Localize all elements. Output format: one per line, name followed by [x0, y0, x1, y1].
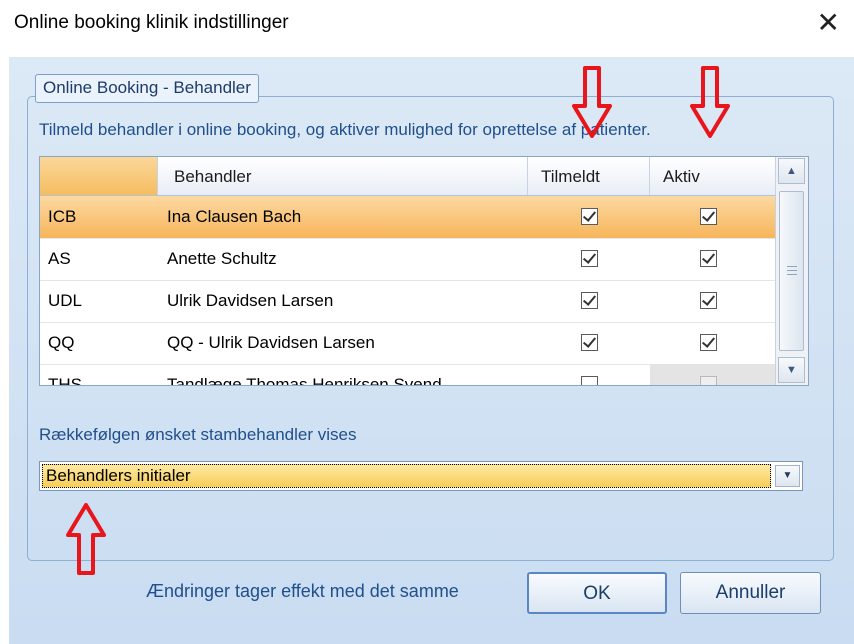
scroll-up-icon[interactable]: ▲	[778, 158, 805, 184]
header-behandler[interactable]: Behandler	[158, 157, 528, 195]
table-row[interactable]: ICB Ina Clausen Bach	[40, 196, 775, 239]
tilmeldt-checkbox[interactable]	[581, 334, 598, 351]
close-icon[interactable]: ✕	[817, 6, 840, 40]
table-row[interactable]: UDL Ulrik Davidsen Larsen	[40, 280, 775, 323]
header-tilmeldt[interactable]: Tilmeldt	[528, 157, 650, 195]
row-name: Ulrik Davidsen Larsen	[167, 291, 334, 310]
scroll-thumb[interactable]	[779, 191, 804, 351]
row-name: Ina Clausen Bach	[167, 207, 302, 226]
table-row[interactable]: THS Tandlæge Thomas Henriksen Svend	[40, 364, 775, 386]
scroll-down-icon[interactable]: ▼	[778, 357, 805, 383]
row-code: THS	[48, 375, 82, 386]
aktiv-checkbox[interactable]	[700, 292, 717, 309]
group-title: Online Booking - Behandler	[35, 74, 259, 103]
aktiv-checkbox	[700, 376, 717, 385]
aktiv-checkbox[interactable]	[700, 250, 717, 267]
footer-note: Ændringer tager effekt med det samme	[146, 581, 459, 601]
grid-header: Behandler Tilmeldt Aktiv	[40, 157, 775, 196]
dialog-client-area: Online Booking - Behandler Tilmeld behan…	[9, 57, 854, 644]
tilmeldt-checkbox[interactable]	[581, 376, 598, 385]
vertical-scrollbar[interactable]: ▲ ▼	[775, 157, 808, 385]
row-code: ICB	[48, 207, 77, 226]
tilmeldt-checkbox[interactable]	[581, 292, 598, 309]
aktiv-checkbox[interactable]	[700, 208, 717, 225]
row-code: AS	[48, 249, 71, 268]
tilmeldt-checkbox[interactable]	[581, 250, 598, 267]
title-bar: Online booking klinik indstillinger ✕	[0, 0, 854, 50]
arrow-icon	[572, 66, 612, 138]
ok-button[interactable]: OK	[527, 572, 667, 614]
order-label: Rækkefølgen ønsket stambehandler vises	[39, 425, 357, 444]
table-row[interactable]: QQ QQ - Ulrik Davidsen Larsen	[40, 322, 775, 365]
row-name: QQ - Ulrik Davidsen Larsen	[167, 333, 375, 352]
table-row[interactable]: AS Anette Schultz	[40, 238, 775, 281]
dropdown-chevron-down-icon[interactable]: ▼	[775, 465, 800, 487]
row-name: Tandlæge Thomas Henriksen Svend	[167, 375, 442, 386]
window-title: Online booking klinik indstillinger	[14, 12, 289, 33]
arrow-icon	[66, 503, 106, 575]
tilmeldt-checkbox[interactable]	[581, 208, 598, 225]
order-dropdown-value[interactable]: Behandlers initialer	[42, 464, 771, 488]
row-code: QQ	[48, 333, 75, 352]
aktiv-checkbox[interactable]	[700, 334, 717, 351]
order-dropdown[interactable]: Behandlers initialer ▼	[39, 461, 803, 491]
header-code[interactable]	[40, 157, 158, 195]
row-name: Anette Schultz	[167, 249, 277, 268]
arrow-icon	[690, 66, 730, 138]
cancel-button[interactable]: Annuller	[680, 572, 821, 614]
instruction-text: Tilmeld behandler i online booking, og a…	[39, 120, 651, 139]
practitioner-grid[interactable]: Behandler Tilmeldt Aktiv ICB Ina Clausen …	[39, 156, 809, 386]
row-code: UDL	[48, 291, 83, 310]
header-aktiv[interactable]: Aktiv	[650, 157, 775, 195]
